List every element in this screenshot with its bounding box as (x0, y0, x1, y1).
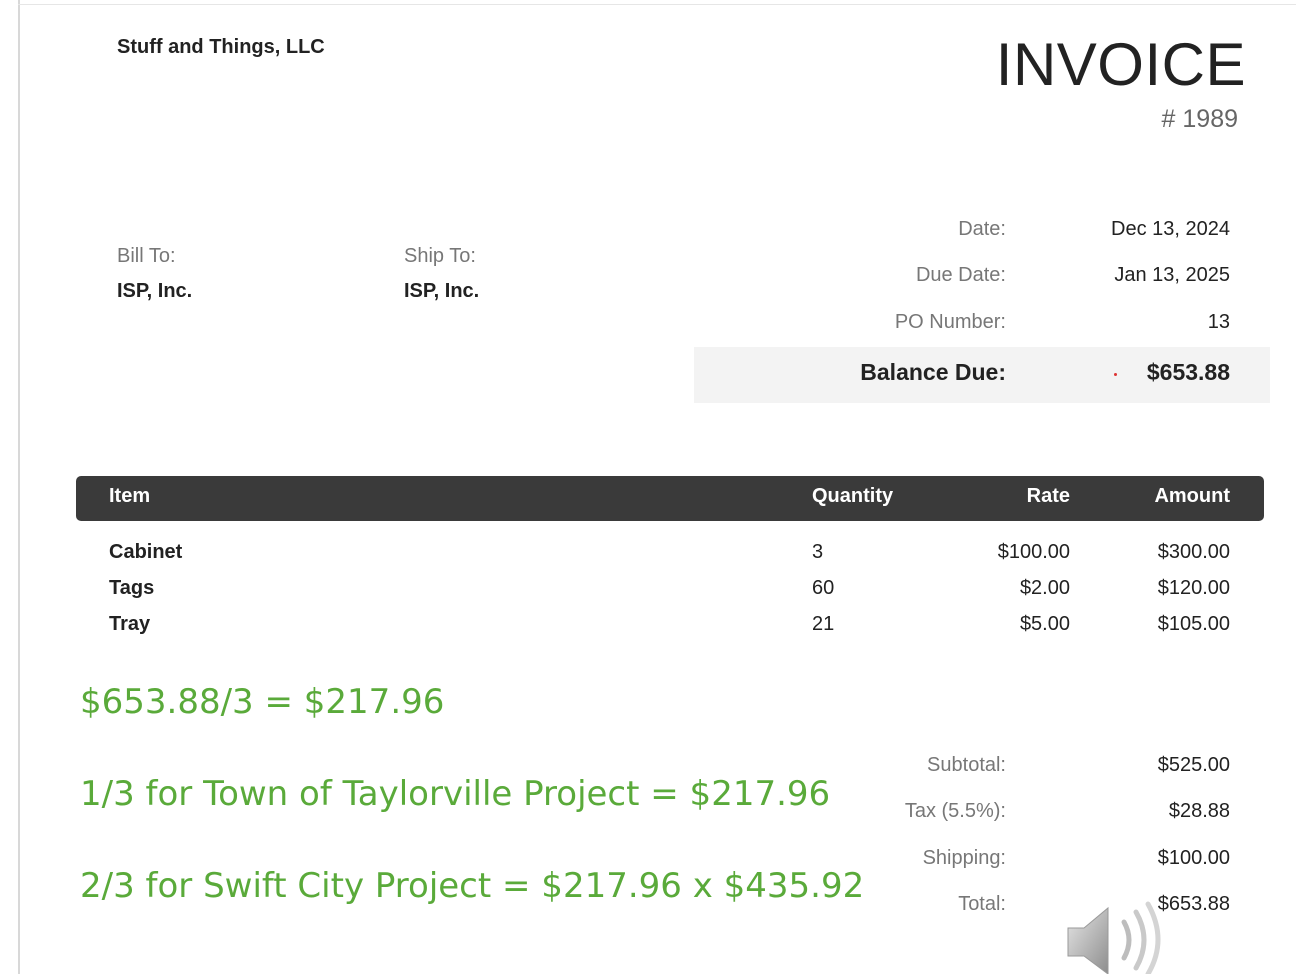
row-quantity: 3 (812, 541, 824, 563)
header-item: Item (109, 485, 151, 507)
row-quantity: 60 (812, 577, 835, 599)
header-amount: Amount (1154, 485, 1230, 507)
balance-marker-dot (1114, 373, 1117, 376)
bill-to-name: ISP, Inc. (117, 280, 193, 302)
shipping-label: Shipping: (922, 847, 1006, 869)
row-item: Cabinet (109, 541, 183, 563)
date-value: Dec 13, 2024 (1111, 218, 1230, 240)
shipping-value: $100.00 (1157, 847, 1230, 869)
row-rate: $100.00 (997, 541, 1070, 563)
subtotal-value: $525.00 (1157, 754, 1230, 776)
row-item: Tray (109, 613, 151, 635)
row-rate: $5.00 (1019, 613, 1070, 635)
row-rate: $2.00 (1019, 577, 1070, 599)
ship-to-label: Ship To: (404, 245, 476, 267)
po-number-label: PO Number: (894, 311, 1006, 333)
page-border-left (18, 0, 20, 974)
note-swift-city-share: 2/3 for Swift City Project = $217.96 x $… (80, 866, 865, 906)
speaker-icon[interactable] (1062, 900, 1172, 974)
balance-due-value: $653.88 (1146, 359, 1230, 385)
invoice-number: # 1989 (1161, 105, 1238, 133)
date-label: Date: (958, 218, 1006, 240)
tax-value: $28.88 (1168, 800, 1230, 822)
items-table-header (76, 476, 1264, 521)
invoice-title: INVOICE (995, 31, 1246, 98)
header-rate: Rate (1026, 485, 1070, 507)
row-amount: $300.00 (1157, 541, 1230, 563)
total-label: Total: (958, 893, 1006, 915)
due-date-label: Due Date: (915, 264, 1006, 286)
note-taylorville-share: 1/3 for Town of Taylorville Project = $2… (80, 774, 831, 814)
due-date-value: Jan 13, 2025 (1114, 264, 1230, 286)
row-quantity: 21 (812, 613, 835, 635)
header-quantity: Quantity (812, 485, 894, 507)
company-name: Stuff and Things, LLC (117, 36, 325, 58)
row-amount: $120.00 (1157, 577, 1230, 599)
tax-label: Tax (5.5%): (904, 800, 1006, 822)
ship-to-name: ISP, Inc. (404, 280, 480, 302)
row-amount: $105.00 (1157, 613, 1230, 635)
note-split-calculation: $653.88/3 = $217.96 (80, 682, 445, 722)
page-border-top (18, 4, 1296, 5)
bill-to-label: Bill To: (117, 245, 176, 267)
subtotal-label: Subtotal: (927, 754, 1006, 776)
row-item: Tags (109, 577, 155, 599)
balance-due-label: Balance Due: (860, 359, 1006, 385)
po-number-value: 13 (1207, 311, 1230, 333)
